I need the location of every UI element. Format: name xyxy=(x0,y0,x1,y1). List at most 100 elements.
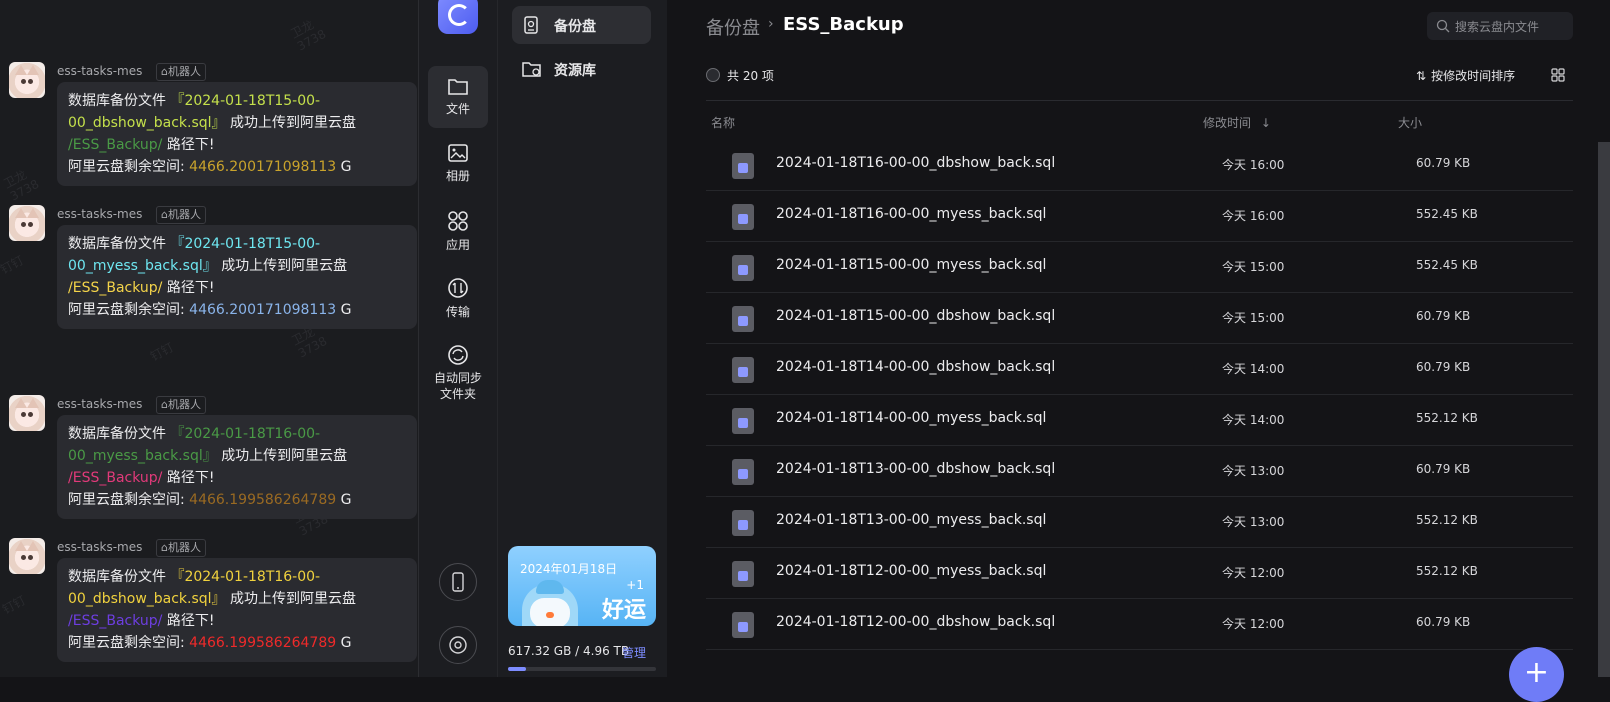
file-row[interactable]: 2024-01-18T14-00-00_dbshow_back.sql 今天 14… xyxy=(706,342,1573,395)
file-row[interactable]: 2024-01-18T15-00-00_dbshow_back.sql 今天 15… xyxy=(706,291,1573,344)
sql-file-icon xyxy=(732,408,754,434)
file-modified-time: 今天 12:00 xyxy=(1222,566,1285,580)
phone-icon xyxy=(452,572,464,592)
select-all-checkbox[interactable] xyxy=(706,68,720,82)
sender-name[interactable]: ess-tasks-mes xyxy=(57,64,142,78)
nav-item-auto-sync[interactable]: 自动同步 文件夹 xyxy=(428,334,488,412)
sql-file-icon xyxy=(732,510,754,536)
file-size: 552.45 KB xyxy=(1416,207,1478,221)
nav-label-files: 文件 xyxy=(445,102,470,116)
sender-name[interactable]: ess-tasks-mes xyxy=(57,207,142,221)
nav-item-apps[interactable]: 应用 xyxy=(428,200,488,262)
watermark-text: 钉钉 xyxy=(0,593,28,617)
watermark-text: 钉钉 xyxy=(0,253,26,277)
file-row[interactable]: 2024-01-18T15-00-00_myess_back.sql 今天 15:… xyxy=(706,240,1573,293)
avatar[interactable] xyxy=(9,205,45,241)
file-name[interactable]: 2024-01-18T15-00-00_dbshow_back.sql xyxy=(776,308,1055,324)
file-name[interactable]: 2024-01-18T14-00-00_myess_back.sql xyxy=(776,410,1046,426)
backup-drive-icon xyxy=(524,16,538,34)
photo-icon xyxy=(448,144,468,162)
file-size: 552.45 KB xyxy=(1416,258,1478,272)
file-modified-time: 今天 15:00 xyxy=(1222,260,1285,274)
grid-view-icon[interactable] xyxy=(1551,68,1565,82)
nav-item-files[interactable]: 文件 xyxy=(428,66,488,128)
file-size: 60.79 KB xyxy=(1416,615,1471,629)
message-path: /ESS_Backup/ xyxy=(68,137,163,153)
sort-arrows-icon: ⇅ xyxy=(1416,69,1427,83)
file-row[interactable]: 2024-01-18T16-00-00_dbshow_back.sql 今天 16… xyxy=(706,138,1573,191)
file-name[interactable]: 2024-01-18T13-00-00_dbshow_back.sql xyxy=(776,461,1055,477)
daily-fortune-banner[interactable]: 2024年01月18日 +1 好运 xyxy=(508,546,656,626)
settings-button[interactable] xyxy=(439,626,477,664)
column-header-name[interactable]: 名称 xyxy=(711,114,735,131)
avatar[interactable] xyxy=(9,62,45,98)
file-name[interactable]: 2024-01-18T16-00-00_myess_back.sql xyxy=(776,206,1046,222)
robot-icon: ⌂ xyxy=(161,398,168,411)
message-space-label: 阿里云盘剩余空间: xyxy=(68,302,185,318)
message-suffix: 路径下! xyxy=(166,280,215,296)
file-name[interactable]: 2024-01-18T12-00-00_myess_back.sql xyxy=(776,563,1046,579)
file-size: 552.12 KB xyxy=(1416,411,1478,425)
avatar[interactable] xyxy=(9,395,45,431)
watermark-text: 卫龙 3738 xyxy=(288,17,329,54)
sidebar-label-resource-library: 资源库 xyxy=(554,63,596,79)
nav-item-transfer[interactable]: 传输 xyxy=(428,267,488,329)
nav-label-transfer: 传输 xyxy=(445,305,470,319)
file-row[interactable]: 2024-01-18T13-00-00_myess_back.sql 今天 13:… xyxy=(706,495,1573,548)
nav-bar: 文件 相册 应用 传输 自动同步 文件夹 xyxy=(418,0,497,677)
message-mid: 成功上传到阿里云盘 xyxy=(230,591,357,607)
nav-label-apps: 应用 xyxy=(445,238,470,252)
manage-storage-link[interactable]: 管理 xyxy=(622,644,646,661)
file-size: 552.12 KB xyxy=(1416,564,1478,578)
message-prefix: 数据库备份文件 xyxy=(68,93,166,109)
banner-date: 2024年01月18日 xyxy=(520,562,618,576)
app-logo-icon[interactable] xyxy=(438,0,478,34)
file-row[interactable]: 2024-01-18T13-00-00_dbshow_back.sql 今天 13… xyxy=(706,444,1573,497)
file-name[interactable]: 2024-01-18T14-00-00_dbshow_back.sql xyxy=(776,359,1055,375)
message-bubble[interactable]: 数据库备份文件 『2024-01-18T16-00-00_dbshow_back… xyxy=(57,558,417,662)
column-header-size[interactable]: 大小 xyxy=(1398,114,1422,131)
message-bubble[interactable]: 数据库备份文件 『2024-01-18T15-00-00_dbshow_back… xyxy=(57,82,417,186)
avatar[interactable] xyxy=(9,538,45,574)
message-space-label: 阿里云盘剩余空间: xyxy=(68,635,185,651)
nav-item-photos[interactable]: 相册 xyxy=(428,133,488,195)
file-modified-time: 今天 12:00 xyxy=(1222,617,1285,631)
file-name[interactable]: 2024-01-18T13-00-00_myess_back.sql xyxy=(776,512,1046,528)
message-prefix: 数据库备份文件 xyxy=(68,236,166,252)
message-bubble[interactable]: 数据库备份文件 『2024-01-18T16-00-00_myess_back.… xyxy=(57,415,417,519)
file-row[interactable]: 2024-01-18T12-00-00_myess_back.sql 今天 12:… xyxy=(706,546,1573,599)
robot-icon: ⌂ xyxy=(161,541,168,554)
message-suffix: 路径下! xyxy=(166,137,215,153)
message-space-value: 4466.200171098113 xyxy=(189,302,337,318)
sort-button[interactable]: ⇅ 按修改时间排序 xyxy=(1416,67,1515,84)
resource-folder-icon xyxy=(522,62,541,77)
file-row[interactable]: 2024-01-18T12-00-00_dbshow_back.sql 今天 12… xyxy=(706,597,1573,650)
robot-badge-label: 机器人 xyxy=(167,65,201,78)
scrollbar[interactable] xyxy=(1598,142,1610,677)
file-name[interactable]: 2024-01-18T16-00-00_dbshow_back.sql xyxy=(776,155,1055,171)
file-row[interactable]: 2024-01-18T14-00-00_myess_back.sql 今天 14:… xyxy=(706,393,1573,446)
message-mid: 成功上传到阿里云盘 xyxy=(221,448,348,464)
file-name[interactable]: 2024-01-18T12-00-00_dbshow_back.sql xyxy=(776,614,1055,630)
file-name[interactable]: 2024-01-18T15-00-00_myess_back.sql xyxy=(776,257,1046,273)
sidebar-item-resource-library[interactable]: 资源库 xyxy=(512,50,651,88)
sidebar-item-backup-drive[interactable]: 备份盘 xyxy=(512,6,651,44)
sender-name[interactable]: ess-tasks-mes xyxy=(57,397,142,411)
file-modified-time: 今天 16:00 xyxy=(1222,209,1285,223)
mobile-button[interactable] xyxy=(439,563,477,601)
robot-badge: ⌂机器人 xyxy=(156,396,206,414)
breadcrumb-root[interactable]: 备份盘 xyxy=(706,14,760,40)
message-prefix: 数据库备份文件 xyxy=(68,569,166,585)
file-row[interactable]: 2024-01-18T16-00-00_myess_back.sql 今天 16:… xyxy=(706,189,1573,242)
message-mid: 成功上传到阿里云盘 xyxy=(221,258,348,274)
search-input[interactable]: 搜索云盘内文件 xyxy=(1427,12,1573,40)
sql-file-icon xyxy=(732,357,754,383)
message-bubble[interactable]: 数据库备份文件 『2024-01-18T15-00-00_myess_back.… xyxy=(57,225,417,329)
add-button[interactable]: + xyxy=(1509,647,1564,702)
banner-plus-one: +1 xyxy=(626,578,644,592)
file-modified-time: 今天 14:00 xyxy=(1222,362,1285,376)
file-modified-time: 今天 13:00 xyxy=(1222,515,1285,529)
column-header-modified[interactable]: 修改时间 ↓ xyxy=(1203,114,1271,131)
sender-name[interactable]: ess-tasks-mes xyxy=(57,540,142,554)
file-modified-time: 今天 15:00 xyxy=(1222,311,1285,325)
